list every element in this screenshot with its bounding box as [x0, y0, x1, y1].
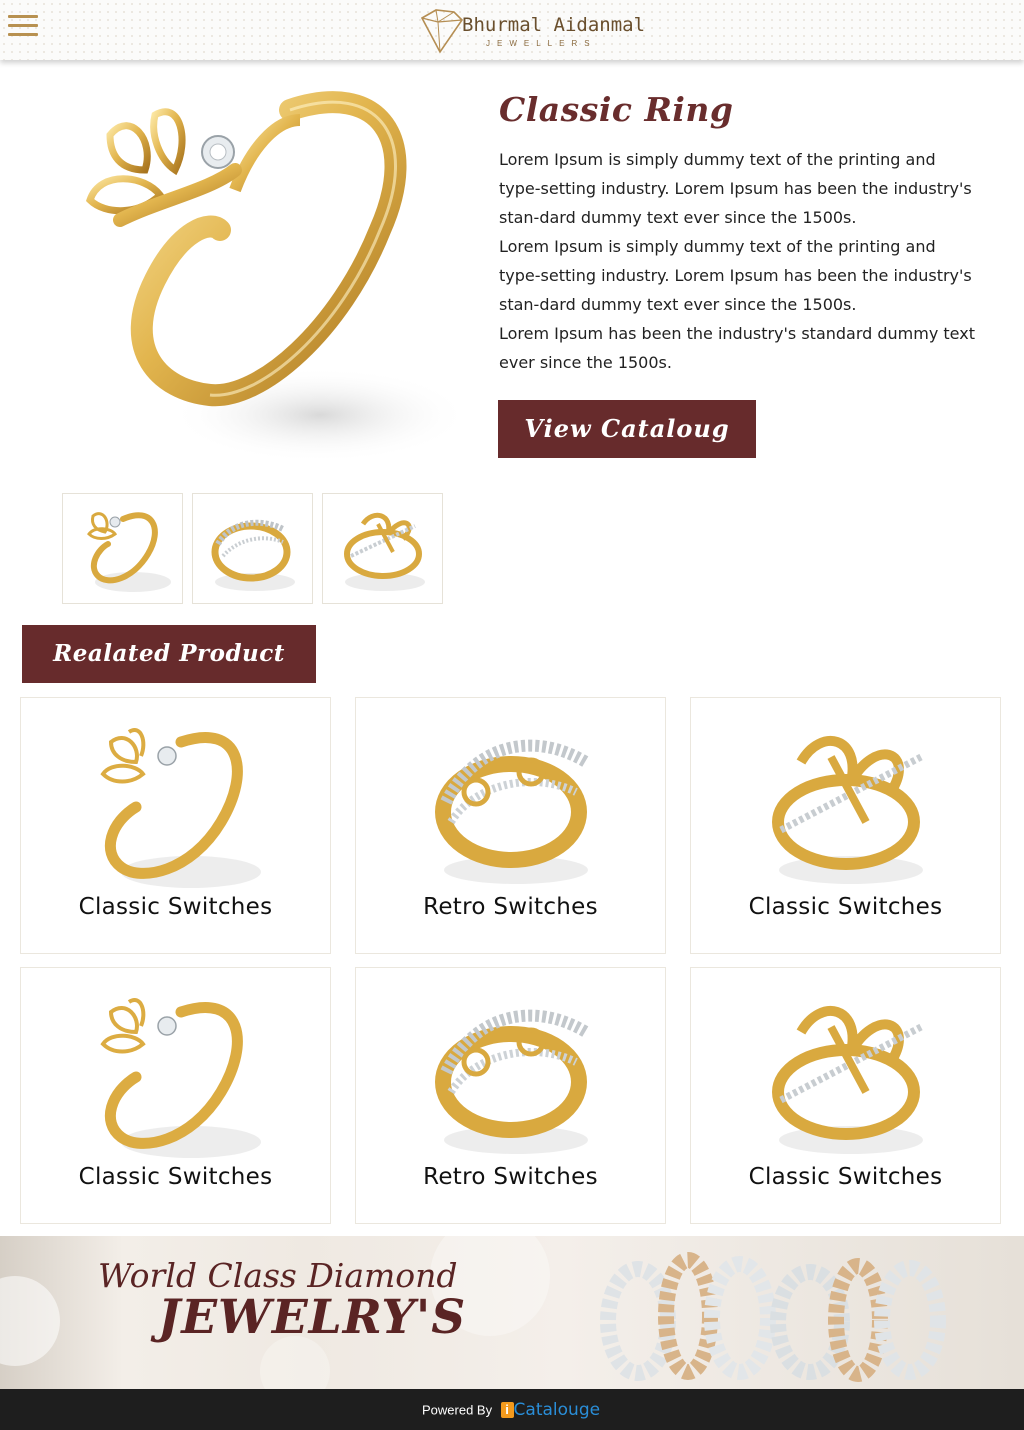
leaf-ring-icon — [100, 728, 261, 888]
promo-banner[interactable]: World Class Diamond JEWELRY'S — [0, 1236, 1024, 1389]
banner-subheadline: JEWELRY'S — [158, 1290, 467, 1345]
description-paragraph: Lorem Ipsum is simply dummy text of the … — [499, 237, 972, 314]
thumbnail-leaf-ring[interactable] — [62, 493, 183, 604]
product-name: Classic Switches — [748, 1164, 943, 1190]
diamond-logo-icon — [420, 9, 464, 54]
description-paragraph: Lorem Ipsum has been the industry's stan… — [499, 324, 975, 372]
product-name: Classic Switches — [78, 894, 273, 920]
description-paragraph: Lorem Ipsum is simply dummy text of the … — [499, 150, 972, 227]
cross-ring-icon — [772, 735, 923, 884]
related-products-heading: Realated Product — [22, 625, 316, 683]
product-name: Retro Switches — [423, 894, 598, 920]
filigree-ring-icon — [435, 739, 590, 884]
logo-subtitle: JEWELLERS — [486, 39, 597, 48]
thumbnail-cross-ring[interactable] — [322, 493, 443, 604]
footer: Powered By i Catalouge — [0, 1389, 1024, 1430]
product-name: Classic Switches — [748, 894, 943, 920]
logo-name: Bhurmal Aidanmal — [462, 14, 646, 36]
cross-ring-icon — [772, 1005, 923, 1154]
thumbnail-filigree-ring[interactable] — [192, 493, 313, 604]
bokeh-light — [0, 1276, 60, 1366]
main-product-image — [60, 80, 480, 490]
brand-logo[interactable]: Bhurmal Aidanmal JEWELLERS — [418, 6, 645, 56]
icatalouge-logo-icon: i — [500, 1402, 514, 1418]
brand-name: Catalouge — [513, 1400, 601, 1420]
powered-by-label: Powered By — [422, 1402, 493, 1418]
product-description: Lorem Ipsum is simply dummy text of the … — [499, 145, 979, 377]
related-product-card[interactable]: Classic Switches — [20, 967, 331, 1224]
product-name: Retro Switches — [423, 1164, 598, 1190]
leaf-ring-icon — [100, 998, 261, 1158]
hamburger-icon[interactable] — [8, 15, 38, 41]
diamond-rings-image — [600, 1252, 946, 1382]
product-name: Classic Switches — [78, 1164, 273, 1190]
related-product-card[interactable]: Retro Switches — [355, 967, 666, 1224]
top-header: Bhurmal Aidanmal JEWELLERS — [0, 0, 1024, 60]
related-product-card[interactable]: Classic Switches — [690, 697, 1001, 954]
view-catalog-button[interactable]: View Cataloug — [498, 400, 756, 458]
related-product-card[interactable]: Classic Switches — [690, 967, 1001, 1224]
related-product-card[interactable]: Classic Switches — [20, 697, 331, 954]
powered-by-link[interactable]: Powered By i Catalouge — [422, 1400, 600, 1420]
product-title: Classic Ring — [499, 90, 734, 129]
filigree-ring-icon — [435, 1009, 590, 1154]
related-product-card[interactable]: Retro Switches — [355, 697, 666, 954]
